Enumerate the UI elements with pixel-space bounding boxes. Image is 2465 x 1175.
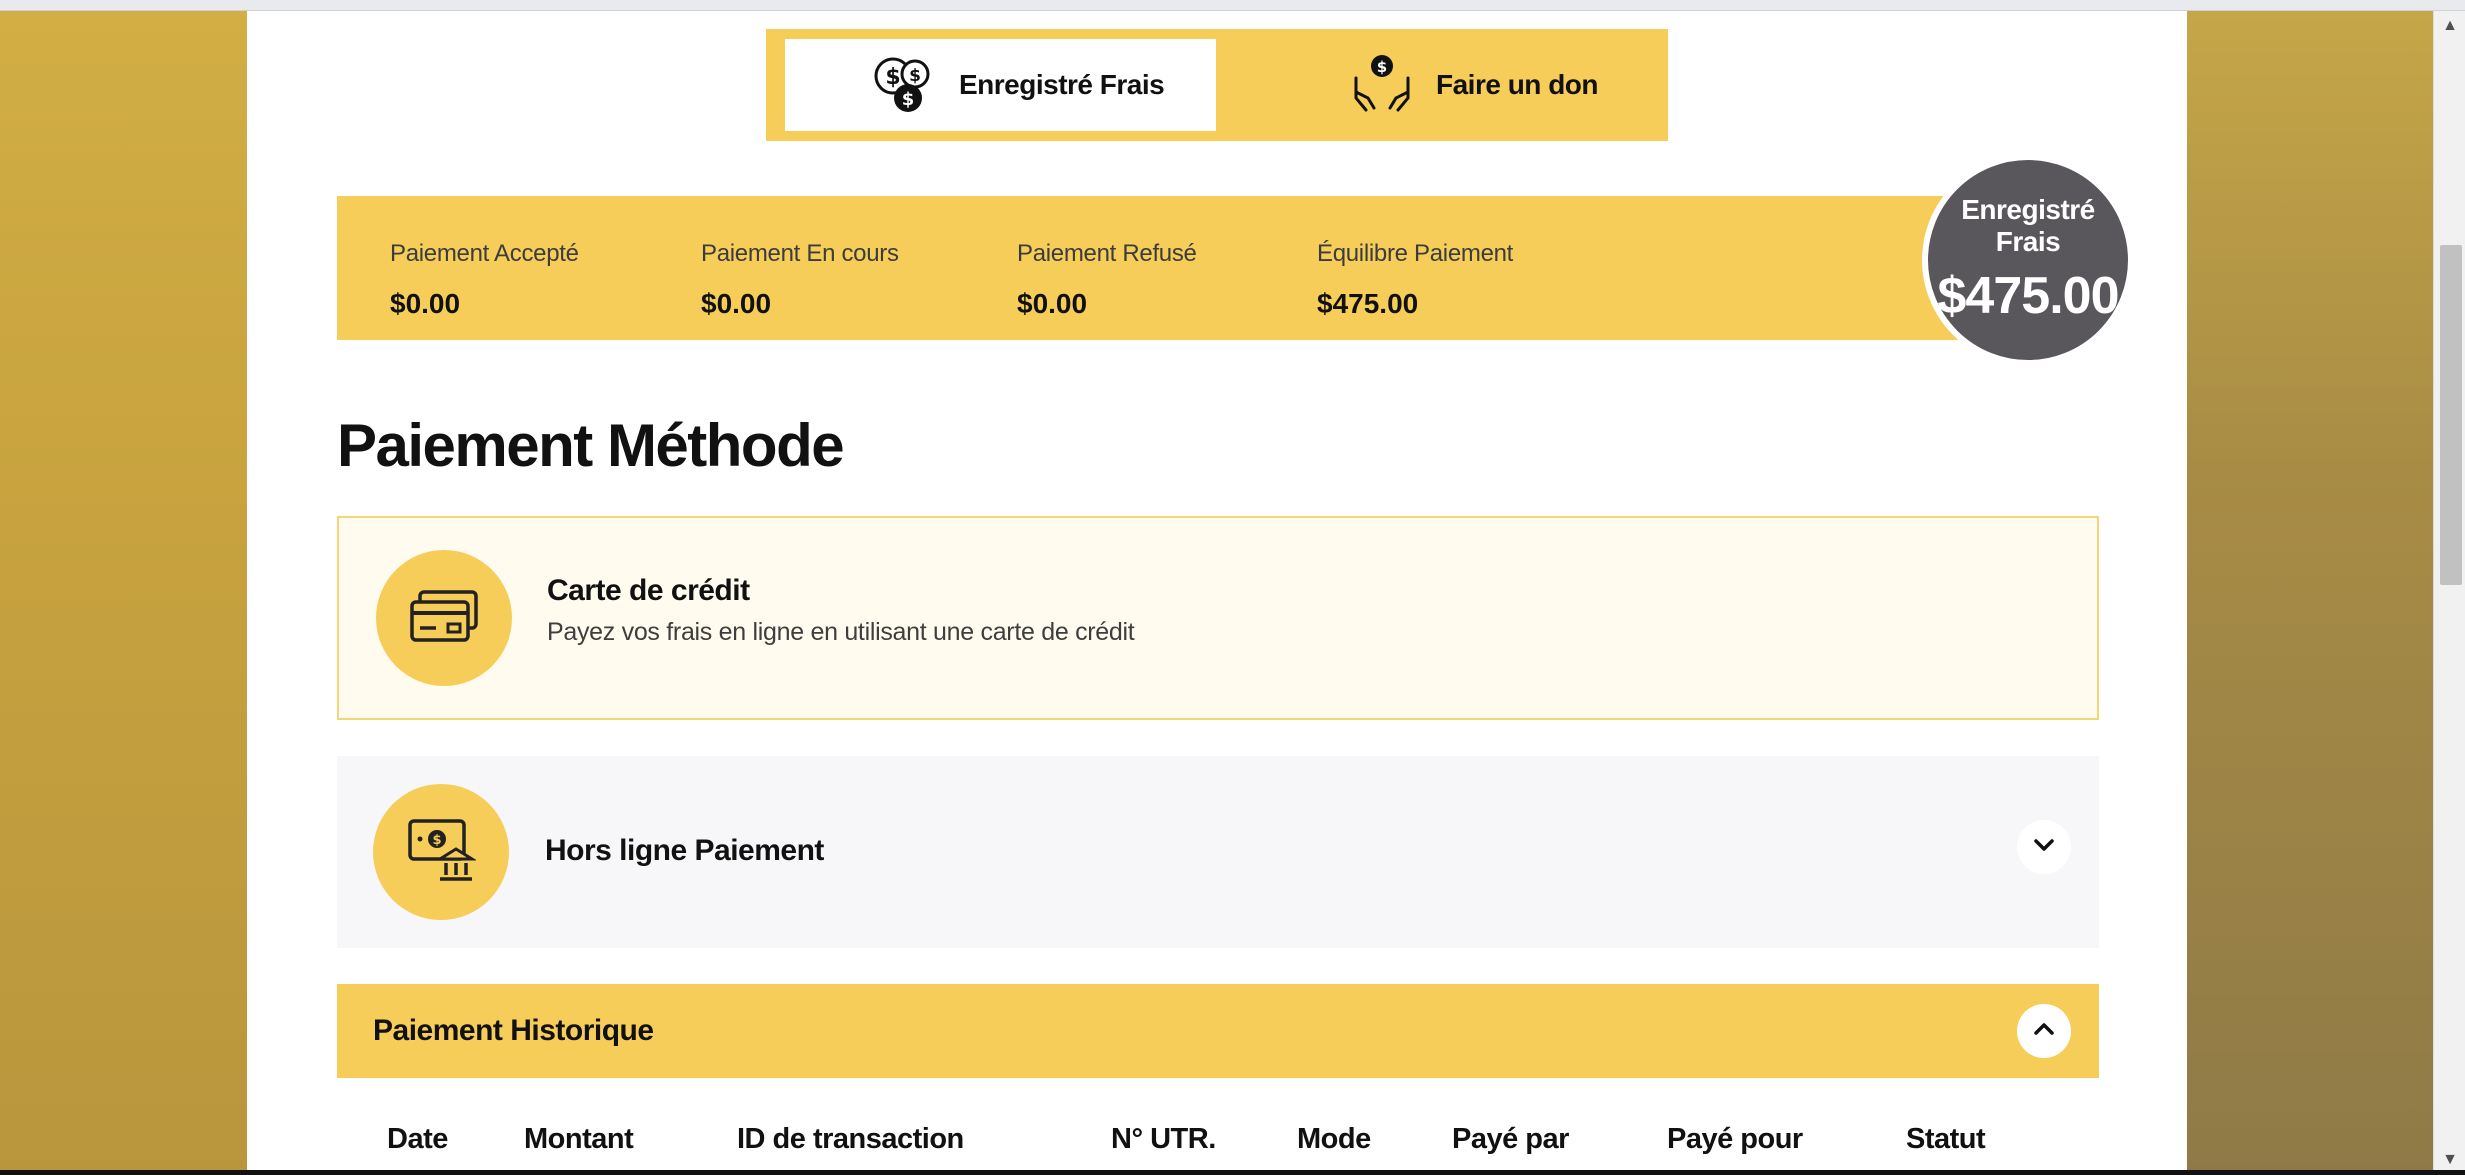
registered-fees-badge: Enregistré Frais $475.00 xyxy=(1922,154,2134,366)
history-title: Paiement Historique xyxy=(373,1014,654,1047)
stat-value: $0.00 xyxy=(701,288,772,319)
column-header: Payé par xyxy=(1452,1123,1569,1155)
stat-value: $0.00 xyxy=(390,288,461,319)
column-header: Payé pour xyxy=(1667,1123,1803,1155)
method-description: Payez vos frais en ligne en utilisant un… xyxy=(547,618,1135,646)
credit-card-icon xyxy=(408,588,480,649)
badge-amount: $475.00 xyxy=(1937,267,2120,325)
credit-card-icon-circle xyxy=(376,550,512,686)
column-header: Mode xyxy=(1297,1123,1371,1155)
background-left xyxy=(0,0,247,1175)
tab-registered-fees[interactable]: $ $ $ Enregistré Frais xyxy=(785,39,1216,131)
bank-transfer-icon-circle: $ xyxy=(373,784,509,920)
scrollbar-thumb[interactable] xyxy=(2440,245,2462,585)
chevron-down-icon xyxy=(2033,838,2055,857)
svg-text:$: $ xyxy=(885,65,900,90)
tab-label: Enregistré Frais xyxy=(959,69,1165,100)
tab-bar: $ $ $ Enregistré Frais $ Faire un don xyxy=(766,29,1668,141)
payment-history-header[interactable]: Paiement Historique xyxy=(337,984,2099,1078)
payment-summary-bar: Paiement Accepté $0.00 Paiement En cours… xyxy=(337,196,1997,340)
column-header: Date xyxy=(387,1123,448,1155)
browser-top-edge xyxy=(0,0,2465,11)
column-header: Statut xyxy=(1906,1123,1986,1155)
column-header: N° UTR. xyxy=(1111,1123,1216,1155)
svg-text:$: $ xyxy=(432,833,441,848)
expand-offline-button[interactable] xyxy=(2017,820,2071,874)
chevron-up-icon xyxy=(2033,1022,2055,1041)
bank-transfer-icon: $ xyxy=(406,817,478,888)
stat-pending: Paiement En cours $0.00 xyxy=(701,240,899,320)
svg-text:$: $ xyxy=(1377,58,1387,76)
background-right xyxy=(2187,0,2465,1175)
stat-balance: Équilibre Paiement $475.00 xyxy=(1317,240,1513,320)
page-scrollbar[interactable]: ▲ ▼ xyxy=(2433,11,2465,1175)
history-table-header: Date Montant ID de transaction N° UTR. M… xyxy=(371,1111,2063,1175)
method-title: Hors ligne Paiement xyxy=(545,834,824,867)
stat-label: Paiement Refusé xyxy=(1017,240,1197,267)
tab-donate[interactable]: $ Faire un don xyxy=(1266,39,1656,131)
browser-bottom-edge xyxy=(0,1170,2465,1175)
svg-text:$: $ xyxy=(909,66,921,86)
stat-accepted: Paiement Accepté $0.00 xyxy=(390,240,579,320)
scroll-up-icon[interactable]: ▲ xyxy=(2434,11,2465,41)
donation-hands-icon: $ xyxy=(1350,52,1414,119)
payment-page: $ $ $ Enregistré Frais $ Faire un don Pa… xyxy=(247,11,2187,1175)
credit-card-method[interactable]: Carte de crédit Payez vos frais en ligne… xyxy=(337,516,2099,720)
method-title: Carte de crédit xyxy=(547,574,750,607)
offline-payment-method[interactable]: $ Hors ligne Paiement xyxy=(337,756,2099,948)
collapse-history-button[interactable] xyxy=(2017,1004,2071,1058)
stat-label: Paiement Accepté xyxy=(390,240,579,267)
page-title: Paiement Méthode xyxy=(337,412,845,479)
column-header: Montant xyxy=(524,1123,634,1155)
stat-label: Équilibre Paiement xyxy=(1317,240,1514,267)
svg-text:$: $ xyxy=(902,89,915,110)
column-header: ID de transaction xyxy=(737,1123,964,1155)
badge-label: Enregistré Frais xyxy=(1961,194,2095,257)
tab-label: Faire un don xyxy=(1436,69,1599,100)
stat-refused: Paiement Refusé $0.00 xyxy=(1017,240,1197,320)
stat-value: $475.00 xyxy=(1317,288,1419,319)
stat-value: $0.00 xyxy=(1017,288,1088,319)
stat-label: Paiement En cours xyxy=(701,240,899,267)
coins-icon: $ $ $ xyxy=(871,50,937,121)
